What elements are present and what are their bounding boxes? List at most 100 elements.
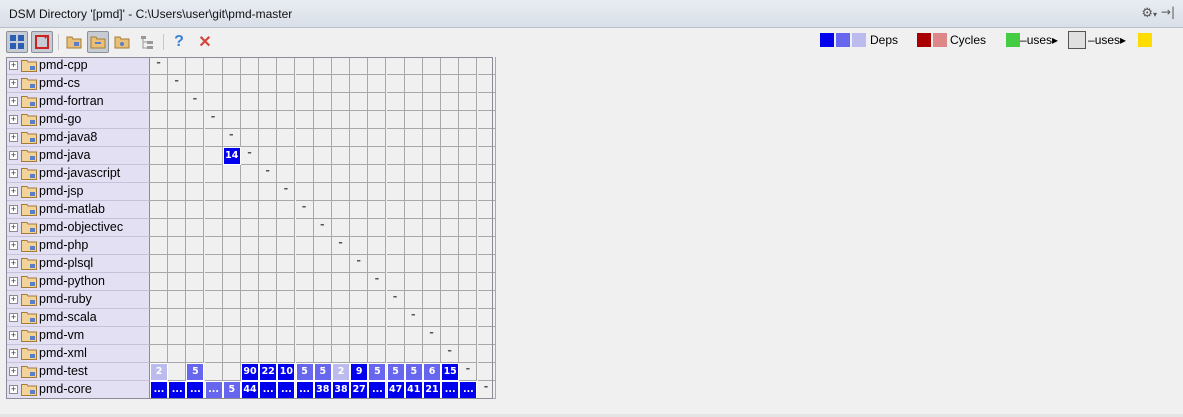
matrix-cell[interactable] bbox=[332, 111, 350, 129]
matrix-cell[interactable] bbox=[186, 183, 205, 201]
matrix-cell[interactable] bbox=[350, 93, 369, 111]
matrix-cell[interactable] bbox=[459, 111, 478, 129]
matrix-cell[interactable] bbox=[477, 327, 496, 345]
matrix-dependency-cell[interactable]: 27 bbox=[350, 381, 369, 399]
matrix-cell[interactable] bbox=[222, 327, 241, 345]
matrix-cell[interactable] bbox=[404, 111, 423, 129]
expand-icon[interactable]: + bbox=[9, 385, 18, 394]
expand-icon[interactable]: + bbox=[9, 349, 18, 358]
matrix-cell[interactable] bbox=[404, 327, 423, 345]
matrix-cell[interactable] bbox=[332, 345, 350, 363]
matrix-cell[interactable] bbox=[313, 201, 332, 219]
expand-icon[interactable]: + bbox=[9, 277, 18, 286]
matrix-cell[interactable] bbox=[441, 165, 460, 183]
matrix-cell[interactable] bbox=[277, 75, 296, 93]
matrix-diagonal-cell[interactable]: - bbox=[386, 291, 405, 309]
matrix-cell[interactable] bbox=[441, 57, 460, 75]
module-header[interactable]: + pmd-python bbox=[6, 273, 150, 291]
matrix-cell[interactable] bbox=[241, 93, 259, 111]
matrix-cell[interactable] bbox=[259, 273, 278, 291]
matrix-cell[interactable] bbox=[459, 183, 478, 201]
matrix-cell[interactable] bbox=[150, 111, 168, 129]
limit-scope-button[interactable] bbox=[111, 31, 133, 53]
matrix-cell[interactable] bbox=[168, 291, 187, 309]
matrix-cell[interactable] bbox=[259, 111, 278, 129]
matrix-cell[interactable] bbox=[186, 57, 205, 75]
module-header[interactable]: + pmd-fortran bbox=[6, 93, 150, 111]
matrix-row-pmd-ruby[interactable]: + pmd-ruby - bbox=[6, 291, 496, 309]
matrix-cell[interactable] bbox=[150, 165, 168, 183]
matrix-cell[interactable] bbox=[459, 147, 478, 165]
matrix-cell[interactable] bbox=[150, 309, 168, 327]
matrix-cell[interactable] bbox=[150, 183, 168, 201]
matrix-cell[interactable] bbox=[386, 111, 405, 129]
matrix-cell[interactable] bbox=[404, 201, 423, 219]
matrix-cell[interactable] bbox=[350, 219, 369, 237]
matrix-dependency-cell[interactable]: ... bbox=[368, 381, 387, 399]
matrix-cell[interactable] bbox=[150, 75, 168, 93]
matrix-cell[interactable] bbox=[404, 57, 423, 75]
matrix-row-pmd-plsql[interactable]: + pmd-plsql - bbox=[6, 255, 496, 273]
matrix-cell[interactable] bbox=[332, 165, 350, 183]
matrix-cell[interactable] bbox=[150, 345, 168, 363]
matrix-cell[interactable] bbox=[386, 165, 405, 183]
matrix-cell[interactable] bbox=[313, 111, 332, 129]
matrix-cell[interactable] bbox=[477, 147, 496, 165]
matrix-dependency-cell[interactable]: 5 bbox=[404, 363, 423, 381]
matrix-cell[interactable] bbox=[295, 237, 314, 255]
matrix-cell[interactable] bbox=[423, 183, 441, 201]
matrix-cell[interactable] bbox=[168, 273, 187, 291]
matrix-dependency-cell[interactable]: ... bbox=[186, 381, 205, 399]
module-header[interactable]: + pmd-matlab bbox=[6, 201, 150, 219]
matrix-cell[interactable] bbox=[459, 165, 478, 183]
matrix-cell[interactable] bbox=[204, 255, 223, 273]
matrix-diagonal-cell[interactable]: - bbox=[459, 363, 478, 381]
matrix-cell[interactable] bbox=[423, 201, 441, 219]
matrix-dependency-cell[interactable]: 38 bbox=[332, 381, 350, 399]
matrix-cell[interactable] bbox=[368, 291, 387, 309]
expand-icon[interactable]: + bbox=[9, 313, 18, 322]
matrix-cell[interactable] bbox=[386, 327, 405, 345]
module-header[interactable]: + pmd-vm bbox=[6, 327, 150, 345]
matrix-cell[interactable] bbox=[423, 255, 441, 273]
matrix-cell[interactable] bbox=[295, 129, 314, 147]
matrix-cell[interactable] bbox=[313, 147, 332, 165]
matrix-cell[interactable] bbox=[259, 93, 278, 111]
matrix-cell[interactable] bbox=[477, 165, 496, 183]
matrix-cell[interactable] bbox=[368, 309, 387, 327]
matrix-cell[interactable] bbox=[459, 75, 478, 93]
help-button[interactable]: ? bbox=[168, 31, 190, 53]
matrix-dependency-cell[interactable]: 22 bbox=[259, 363, 278, 381]
hide-panel-icon[interactable]: →| bbox=[1161, 5, 1175, 19]
matrix-cell[interactable] bbox=[386, 183, 405, 201]
matrix-diagonal-cell[interactable]: - bbox=[313, 219, 332, 237]
matrix-cell[interactable] bbox=[368, 327, 387, 345]
matrix-cell[interactable] bbox=[313, 75, 332, 93]
expand-icon[interactable]: + bbox=[9, 97, 18, 106]
matrix-dependency-cell[interactable]: 90 bbox=[241, 363, 259, 381]
matrix-cell[interactable] bbox=[168, 237, 187, 255]
matrix-cell[interactable] bbox=[277, 255, 296, 273]
matrix-cell[interactable] bbox=[313, 57, 332, 75]
matrix-cell[interactable] bbox=[423, 309, 441, 327]
matrix-cell[interactable] bbox=[423, 219, 441, 237]
matrix-cell[interactable] bbox=[150, 255, 168, 273]
matrix-dependency-cell[interactable]: 21 bbox=[423, 381, 441, 399]
matrix-cell[interactable] bbox=[368, 111, 387, 129]
matrix-cell[interactable] bbox=[241, 219, 259, 237]
matrix-cell[interactable] bbox=[386, 345, 405, 363]
matrix-cell[interactable] bbox=[295, 147, 314, 165]
matrix-cell[interactable] bbox=[441, 327, 460, 345]
matrix-cell[interactable] bbox=[259, 237, 278, 255]
matrix-cell[interactable] bbox=[186, 309, 205, 327]
matrix-cell[interactable] bbox=[259, 183, 278, 201]
matrix-cell[interactable] bbox=[404, 165, 423, 183]
matrix-cell[interactable] bbox=[459, 327, 478, 345]
matrix-dependency-cell[interactable]: 5 bbox=[313, 363, 332, 381]
matrix-cell[interactable] bbox=[295, 345, 314, 363]
matrix-cell[interactable] bbox=[350, 57, 369, 75]
matrix-cell[interactable] bbox=[404, 129, 423, 147]
matrix-dependency-cell[interactable]: 38 bbox=[313, 381, 332, 399]
matrix-dependency-cell[interactable]: ... bbox=[459, 381, 478, 399]
matrix-cell[interactable] bbox=[186, 75, 205, 93]
